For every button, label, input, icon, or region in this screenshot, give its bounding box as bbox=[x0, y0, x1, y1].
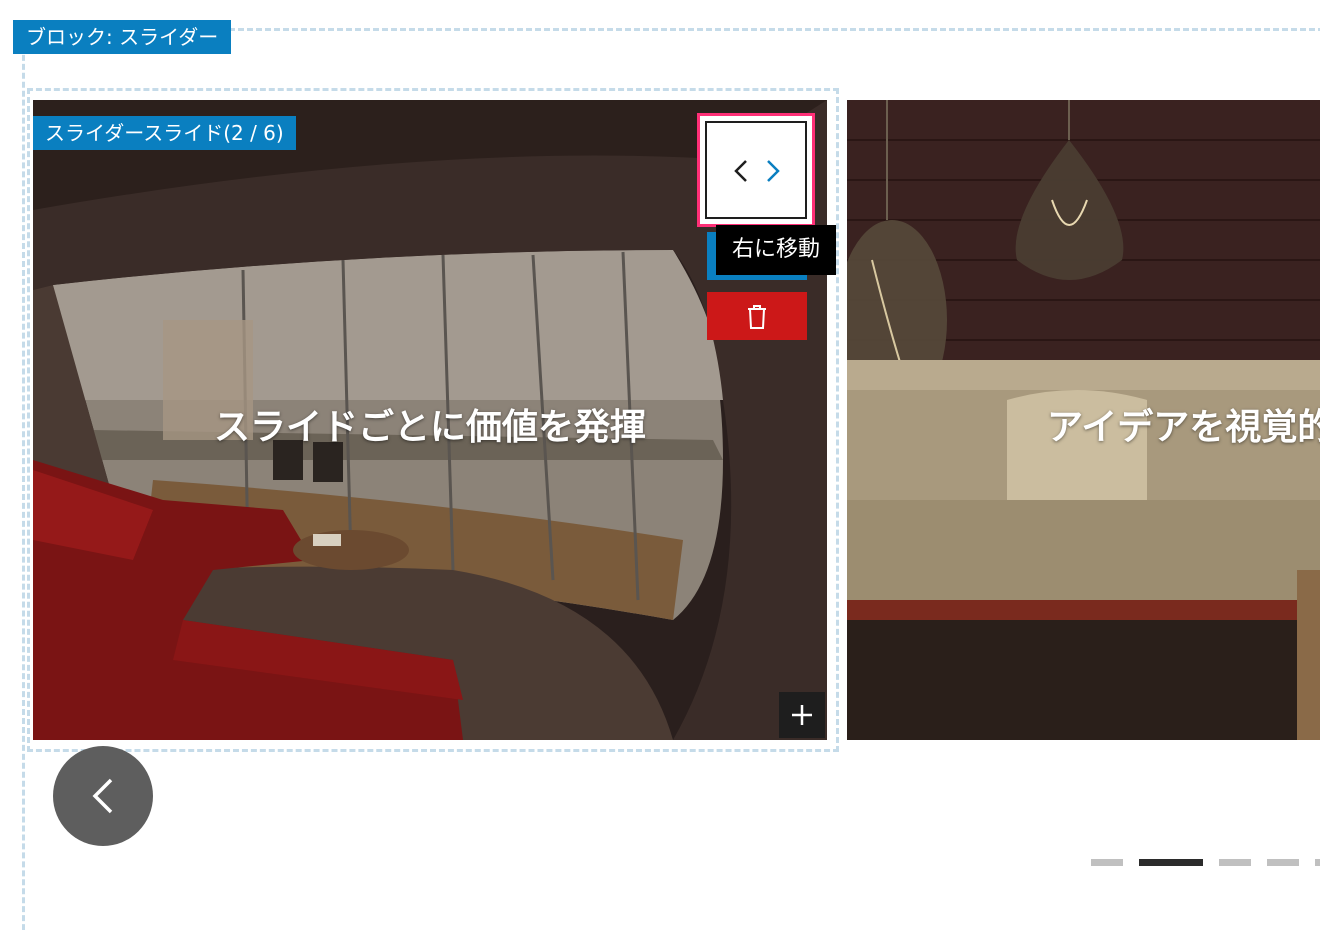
trash-icon bbox=[748, 305, 766, 329]
pagination-dot-1[interactable] bbox=[1091, 859, 1123, 866]
block-label: ブロック: スライダー bbox=[13, 20, 232, 54]
pagination-dot-4[interactable] bbox=[1267, 859, 1299, 866]
move-right-button[interactable] bbox=[757, 153, 787, 189]
slider-pagination bbox=[0, 859, 1320, 867]
move-left-button[interactable] bbox=[727, 153, 757, 189]
chevron-left-icon bbox=[734, 160, 747, 182]
slide-1-heading[interactable]: スライドごとに価値を発揮 bbox=[33, 398, 827, 450]
pagination-dot-2[interactable] bbox=[1139, 859, 1203, 866]
pagination-dot-5[interactable] bbox=[1315, 859, 1320, 866]
slide-mover-inner bbox=[705, 121, 807, 219]
pagination-dot-3[interactable] bbox=[1219, 859, 1251, 866]
delete-slide-button[interactable] bbox=[707, 292, 807, 340]
slide-label: スライダースライド(2 / 6) bbox=[33, 116, 296, 150]
editor-canvas: ブロック: スライダー スライドごとに価値を発揮 アイデアを視覚的 スライダース… bbox=[0, 0, 1320, 930]
move-right-tooltip: 右に移動 bbox=[716, 225, 837, 275]
plus-icon bbox=[792, 705, 812, 725]
chevron-left-icon bbox=[92, 778, 113, 814]
slider-prev-button[interactable] bbox=[53, 746, 153, 846]
slide-2[interactable]: アイデアを視覚的 bbox=[847, 100, 1320, 740]
chevron-right-icon bbox=[767, 160, 780, 182]
slide-2-heading[interactable]: アイデアを視覚的 bbox=[1047, 398, 1320, 450]
add-block-button[interactable] bbox=[779, 692, 825, 738]
slide-mover bbox=[697, 113, 815, 227]
